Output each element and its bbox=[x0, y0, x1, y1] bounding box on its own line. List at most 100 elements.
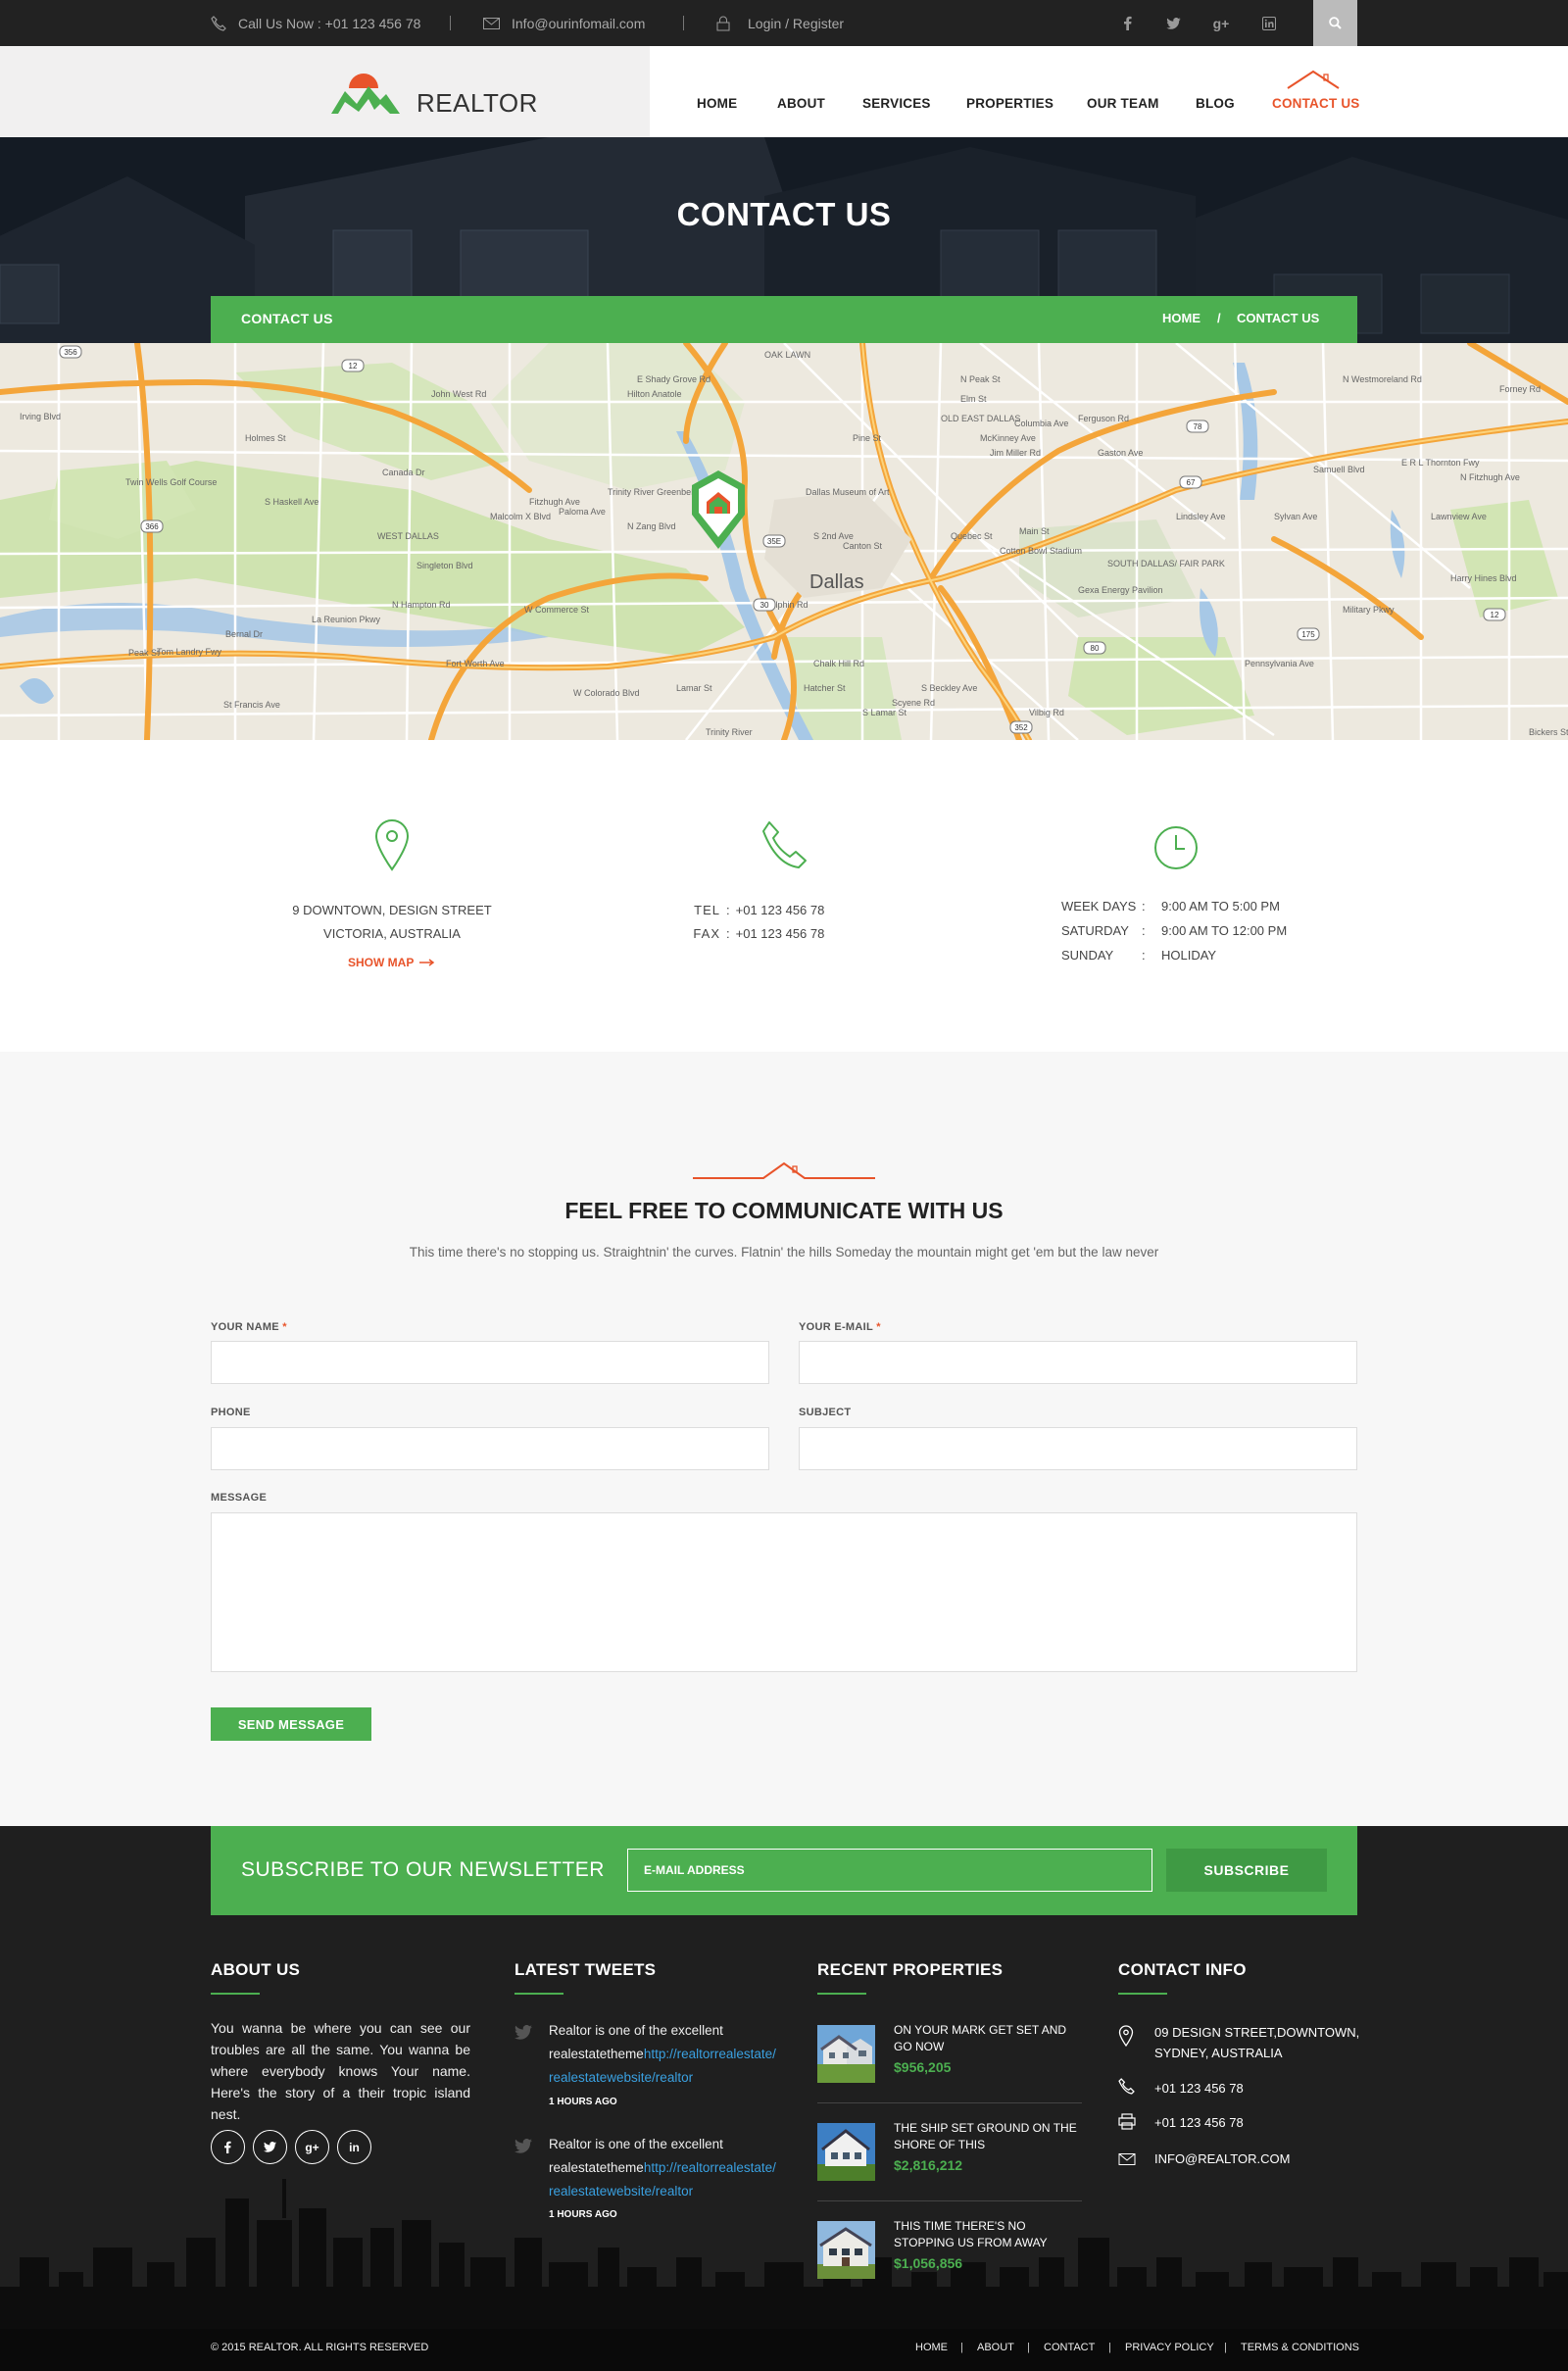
map-label: Malcolm X Blvd bbox=[490, 512, 551, 521]
highway-shield-label: 67 bbox=[1187, 478, 1196, 487]
linkedin-icon[interactable]: in bbox=[337, 2130, 371, 2164]
map-label: W Commerce St bbox=[524, 605, 590, 615]
map-label: Dallas Museum of Art bbox=[806, 487, 890, 497]
nav-active-roof-icon bbox=[1286, 69, 1341, 95]
name-input[interactable] bbox=[211, 1341, 769, 1384]
facebook-icon[interactable] bbox=[1113, 0, 1143, 46]
map-label: N Westmoreland Rd bbox=[1343, 374, 1422, 384]
address-line-2: VICTORIA, AUSTRALIA bbox=[323, 926, 461, 941]
highway-shield-label: 356 bbox=[64, 348, 77, 357]
email-input[interactable] bbox=[799, 1341, 1357, 1384]
map-label: Pennsylvania Ave bbox=[1245, 659, 1314, 668]
topbar-phone-text: Call Us Now : +01 123 456 78 bbox=[238, 15, 421, 31]
facebook-icon[interactable] bbox=[211, 2130, 245, 2164]
property-thumbnail[interactable] bbox=[817, 2123, 875, 2181]
breadcrumb-current-title: CONTACT US bbox=[241, 311, 333, 326]
footer-link-terms[interactable]: TERMS & CONDITIONS bbox=[1241, 2342, 1359, 2353]
nav-blog[interactable]: BLOG bbox=[1196, 96, 1235, 111]
map-canvas[interactable]: OAK LAWNHilton AnatoleTrinity River Gree… bbox=[0, 343, 1568, 740]
footer-about-title: ABOUT US bbox=[211, 1960, 301, 1979]
highway-shield-label: 80 bbox=[1091, 644, 1100, 653]
map-label: S Lamar St bbox=[862, 708, 907, 717]
map-city-label: Dallas bbox=[809, 571, 864, 593]
map-label: W Colorado Blvd bbox=[573, 688, 640, 698]
hours-row: WEEK DAYS:9:00 AM TO 5:00 PM bbox=[1061, 899, 1280, 914]
opening-hours: WEEK DAYS:9:00 AM TO 5:00 PM SATURDAY:9:… bbox=[1061, 894, 1316, 967]
section-roof-divider-icon bbox=[693, 1160, 875, 1186]
map-label: Fitzhugh Ave bbox=[529, 497, 580, 507]
copyright: © 2015 REALTOR. ALL RIGHTS RESERVED bbox=[211, 2342, 429, 2353]
tweet-time: 1 HOURS AGO bbox=[549, 2097, 617, 2107]
logo-mark[interactable] bbox=[331, 73, 414, 119]
nav-properties[interactable]: PROPERTIES bbox=[966, 96, 1054, 111]
twitter-icon[interactable] bbox=[253, 2130, 287, 2164]
fax-value: +01 123 456 78 bbox=[735, 926, 825, 941]
google-plus-icon[interactable]: g+ bbox=[1206, 0, 1236, 46]
map-label: Chalk Hill Rd bbox=[813, 659, 864, 668]
footer-link-about[interactable]: ABOUT bbox=[977, 2342, 1014, 2353]
newsletter-email-input[interactable] bbox=[627, 1849, 1152, 1892]
subscribe-button[interactable]: SUBSCRIBE bbox=[1166, 1849, 1327, 1892]
map-label: McKinney Ave bbox=[980, 433, 1036, 443]
property-title[interactable]: THE SHIP SET GROUND ON THE SHORE OF THIS bbox=[894, 2120, 1080, 2153]
footer-link-privacy[interactable]: PRIVACY POLICY bbox=[1125, 2342, 1214, 2353]
hours-row: SATURDAY:9:00 AM TO 12:00 PM bbox=[1061, 923, 1288, 938]
brand-name[interactable]: REALTOR bbox=[416, 88, 538, 119]
show-map-link[interactable]: SHOW MAP bbox=[348, 956, 435, 969]
footer-contact-phone[interactable]: +01 123 456 78 bbox=[1154, 2078, 1244, 2099]
tel-value[interactable]: +01 123 456 78 bbox=[736, 899, 825, 922]
google-plus-icon[interactable]: g+ bbox=[295, 2130, 329, 2164]
topbar-login[interactable]: Login / Register bbox=[716, 0, 844, 46]
footer-social-icons: g+ in bbox=[211, 2130, 371, 2164]
nav-home[interactable]: HOME bbox=[697, 96, 737, 111]
footer-properties-title: RECENT PROPERTIES bbox=[817, 1960, 1004, 1979]
logo-area bbox=[0, 46, 650, 137]
map-label: WEST DALLAS bbox=[377, 531, 439, 541]
form-heading: FEEL FREE TO COMMUNICATE WITH US bbox=[564, 1198, 1004, 1223]
footer-link-home[interactable]: HOME bbox=[915, 2342, 948, 2353]
map-label: Bickers St bbox=[1529, 727, 1568, 737]
footer-contact-title: CONTACT INFO bbox=[1118, 1960, 1247, 1979]
search-button[interactable] bbox=[1313, 0, 1357, 46]
lock-icon bbox=[716, 16, 730, 30]
tel-label: TEL bbox=[694, 903, 720, 917]
topbar-divider bbox=[683, 16, 684, 30]
map-label: N Hampton Rd bbox=[392, 600, 451, 610]
phone-input[interactable] bbox=[211, 1427, 769, 1470]
highway-shield-label: 366 bbox=[145, 522, 159, 531]
map-label: Bernal Dr bbox=[225, 629, 263, 639]
location-pin-icon bbox=[1118, 2025, 1134, 2051]
map-label: Tom Landry Fwy bbox=[157, 647, 222, 657]
map-label: Forney Rd bbox=[1499, 384, 1541, 394]
twitter-bird-icon bbox=[514, 2139, 532, 2158]
topbar-email[interactable]: Info@ourinfomail.com bbox=[483, 0, 645, 46]
property-title[interactable]: ON YOUR MARK GET SET AND GO NOW bbox=[894, 2022, 1080, 2055]
property-thumbnail[interactable] bbox=[817, 2025, 875, 2083]
topbar-phone[interactable]: Call Us Now : +01 123 456 78 bbox=[211, 0, 420, 46]
map-label: S 2nd Ave bbox=[813, 531, 854, 541]
topbar-login-text: Login / Register bbox=[748, 15, 845, 31]
message-textarea[interactable] bbox=[211, 1512, 1357, 1672]
topbar-divider bbox=[450, 16, 451, 30]
property-thumbnail[interactable] bbox=[817, 2221, 875, 2279]
map-label: Canton St bbox=[843, 541, 883, 551]
breadcrumb-home-link[interactable]: HOME bbox=[1162, 311, 1200, 325]
map-label: S Haskell Ave bbox=[265, 497, 318, 507]
nav-our-team[interactable]: OUR TEAM bbox=[1087, 96, 1159, 111]
nav-services[interactable]: SERVICES bbox=[862, 96, 931, 111]
nav-contact-us[interactable]: CONTACT US bbox=[1272, 96, 1360, 111]
footer-contact-address: 09 DESIGN STREET,DOWNTOWN, SYDNEY, AUSTR… bbox=[1154, 2025, 1360, 2060]
twitter-icon[interactable] bbox=[1158, 0, 1188, 46]
nav-about[interactable]: ABOUT bbox=[777, 96, 825, 111]
highway-shield-label: 12 bbox=[1491, 611, 1499, 619]
map-label: Lamar St bbox=[676, 683, 712, 693]
footer-contact-email[interactable]: INFO@REALTOR.COM bbox=[1154, 2149, 1290, 2169]
linkedin-icon[interactable] bbox=[1254, 0, 1284, 46]
property-title[interactable]: THIS TIME THERE'S NO STOPPING US FROM AW… bbox=[894, 2218, 1080, 2251]
location-map[interactable]: OAK LAWN Hilton Anatole Trinity River Gree… bbox=[0, 343, 1568, 740]
subject-input[interactable] bbox=[799, 1427, 1357, 1470]
send-message-button[interactable]: SEND MESSAGE bbox=[211, 1707, 371, 1741]
map-label: La Reunion Pkwy bbox=[312, 615, 381, 624]
footer-link-separator: | bbox=[960, 2342, 963, 2353]
footer-link-contact[interactable]: CONTACT bbox=[1044, 2342, 1095, 2353]
